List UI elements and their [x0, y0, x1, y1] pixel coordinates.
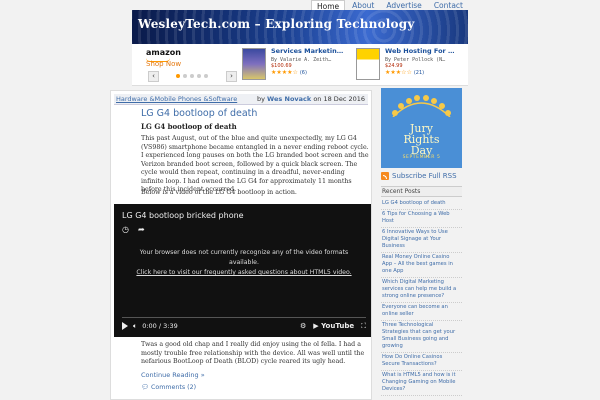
share-icon[interactable]: ➦ [138, 225, 145, 234]
jury-rights-day-banner[interactable]: Jury Rights Day SEPTEMBER 5 [381, 88, 462, 168]
post-subtitle: LG G4 bootloop of death [141, 122, 237, 131]
post-container: Hardware &Mobile Phones &Software by Wes… [110, 90, 372, 400]
play-icon[interactable] [122, 322, 128, 330]
post-categories[interactable]: Hardware &Mobile Phones &Software [116, 95, 237, 103]
book-cover-image[interactable] [242, 48, 266, 80]
post-author[interactable]: Wes Novack [267, 95, 311, 103]
product-title[interactable]: Web Hosting For … [385, 47, 455, 55]
video-player[interactable]: LG G4 bootloop bricked phone ◷ ➦ Your br… [114, 204, 371, 337]
site-title[interactable]: WesleyTech.com – Exploring Technology [138, 17, 415, 31]
recent-post-link[interactable]: Everyone can become an online seller [381, 303, 462, 321]
post-title[interactable]: LG G4 bootloop of death [141, 108, 257, 119]
amazon-widget[interactable]: amazon Shop Now ‹ › [142, 46, 237, 84]
carousel-dot[interactable] [190, 74, 194, 78]
sidebar: Jury Rights Day SEPTEMBER 5 Subscribe Fu… [381, 88, 462, 400]
video-controls: 🔈︎ 0:00 / 3:39 ⚙ ▶ YouTube ⛶ [122, 321, 366, 331]
recent-post-link[interactable]: 6 Innovative Ways to Use Digital Signage… [381, 228, 462, 253]
volume-icon[interactable]: 🔈︎ [133, 322, 137, 331]
recent-post-link[interactable]: What is HTML5 and how is it Changing Gam… [381, 371, 462, 396]
book-cover-image[interactable] [356, 48, 380, 80]
recent-post-link[interactable]: Three Technological Strategies that can … [381, 321, 462, 353]
amazon-ad-strip: amazon Shop Now ‹ › Services Marketin… B… [132, 44, 468, 86]
rss-subscribe[interactable]: Subscribe Full RSS [381, 172, 457, 180]
carousel-dot[interactable] [204, 74, 208, 78]
carousel-next-button[interactable]: › [226, 71, 237, 82]
post-paragraph: This past August, out of the blue and qu… [141, 135, 369, 193]
rating-count[interactable]: (6) [300, 70, 307, 76]
video-time: 0:00 / 3:39 [142, 322, 178, 330]
carousel-dot[interactable] [197, 74, 201, 78]
post-byline: by Wes Novack on 18 Dec 2016 [256, 95, 365, 103]
recent-post-link[interactable]: LG G4 bootloop of death [381, 199, 462, 210]
rating-stars-icon: ★★★★☆ (6) [271, 69, 307, 76]
settings-icon[interactable]: ⚙ [300, 322, 306, 330]
clock-icon[interactable]: ◷ [122, 225, 129, 234]
amazon-logo: amazon [146, 48, 181, 57]
recent-post-link[interactable]: 6 Tips for Choosing a Web Host [381, 210, 462, 228]
shop-now-label: Shop Now [146, 60, 182, 68]
continue-reading-link[interactable]: Continue Reading » [141, 371, 205, 379]
jury-rights-day-text: Jury Rights Day [403, 122, 440, 157]
html5-faq-link[interactable]: Click here to visit our frequently asked… [124, 268, 364, 278]
video-top-icons: ◷ ➦ [122, 225, 145, 234]
recent-posts-list: LG G4 bootloop of death 6 Tips for Choos… [381, 199, 462, 396]
comments-link[interactable]: 💬︎ Comments (2) [141, 383, 196, 391]
youtube-logo[interactable]: ▶ YouTube [313, 322, 354, 330]
product-title[interactable]: Services Marketin… [271, 47, 343, 55]
post-meta-bar: Hardware &Mobile Phones &Software by Wes… [114, 94, 368, 105]
rss-icon [381, 172, 389, 180]
video-title[interactable]: LG G4 bootloop bricked phone [122, 211, 244, 220]
post-date: on 18 Dec 2016 [313, 95, 365, 103]
fullscreen-icon[interactable]: ⛶ [361, 322, 366, 331]
site-header: WesleyTech.com – Exploring Technology [132, 10, 468, 44]
recent-post-link[interactable]: How Do Online Casinos Secure Transaction… [381, 353, 462, 371]
people-circle-icon [392, 95, 451, 117]
post-paragraph: Below is a video of the LG G4 bootloop i… [141, 189, 297, 196]
recent-post-link[interactable]: Real Money Online Casino App – All the b… [381, 253, 462, 278]
ad-product-1[interactable]: Services Marketin… By Valarie A. Zeith… … [240, 46, 350, 84]
carousel-prev-button[interactable]: ‹ [148, 71, 159, 82]
recent-posts-heading: Recent Posts [381, 186, 462, 197]
carousel-dots [176, 74, 208, 78]
rating-stars-icon: ★★★☆☆ (21) [385, 69, 425, 76]
rating-count[interactable]: (21) [414, 70, 424, 76]
jury-date: SEPTEMBER 5 [402, 155, 441, 160]
video-progress-bar[interactable] [122, 316, 366, 318]
rss-label[interactable]: Subscribe Full RSS [392, 172, 457, 180]
post-paragraph: Twas a good old chap and I really did en… [141, 341, 365, 365]
ad-product-2[interactable]: Web Hosting For … By Peter Pollock (N… $… [354, 46, 464, 84]
video-unsupported-message: Your browser does not currently recogniz… [124, 248, 364, 278]
comment-icon: 💬︎ [141, 384, 149, 391]
carousel-dot[interactable] [176, 74, 180, 78]
recent-post-link[interactable]: Which Digital Marketing services can hel… [381, 278, 462, 303]
carousel-dot[interactable] [183, 74, 187, 78]
